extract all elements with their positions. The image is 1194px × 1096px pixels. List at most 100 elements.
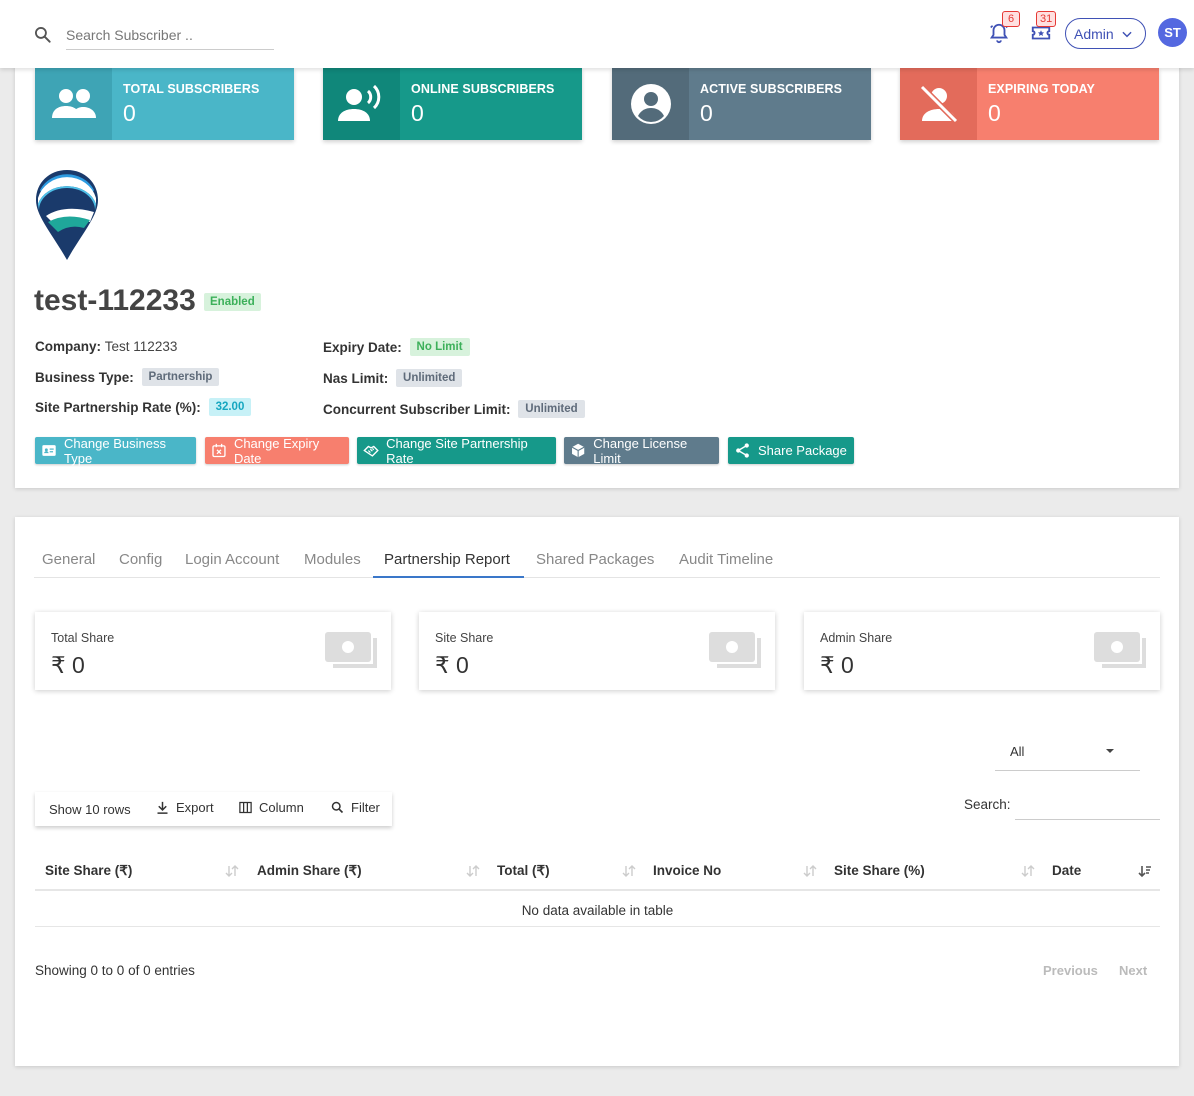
online-subscribers-tile[interactable]: ONLINE SUBSCRIBERS 0	[323, 68, 582, 140]
expiry-badge: No Limit	[409, 338, 470, 356]
id-card-icon	[42, 445, 56, 456]
share-label: Admin Share	[820, 631, 893, 645]
stat-label: EXPIRING TODAY	[988, 82, 1095, 96]
period-select[interactable]: All	[995, 732, 1140, 771]
person-off-icon	[919, 85, 958, 123]
column-label: Column	[259, 800, 304, 815]
change-site-partnership-rate-label: Change Site Partnership Rate	[386, 435, 528, 466]
filter-button[interactable]: Filter	[330, 800, 380, 815]
tab-bar: General Config Login Account Modules Par…	[34, 540, 1160, 578]
previous-page-button[interactable]: Previous	[1043, 963, 1098, 978]
change-expiry-date-label: Change Expiry Date	[233, 435, 320, 466]
share-label: Site Share	[435, 631, 494, 645]
column-header-site-share[interactable]: Site Share (₹)	[45, 863, 132, 879]
business-type-badge: Partnership	[141, 368, 220, 386]
stat-label: ONLINE SUBSCRIBERS	[411, 82, 555, 96]
nas-limit-badge: Unlimited	[396, 369, 463, 387]
stat-value: 0	[700, 100, 713, 126]
change-license-limit-button[interactable]: Change License Limit	[564, 435, 719, 466]
tab-modules[interactable]: Modules	[304, 551, 361, 568]
company-info: Company: Test 112233	[35, 339, 177, 354]
export-button[interactable]: Export	[155, 800, 214, 815]
expiry-label: Expiry Date:	[323, 339, 402, 355]
column-header-site-share-percent[interactable]: Site Share (%)	[834, 863, 925, 878]
period-select-value: All	[1010, 744, 1025, 759]
admin-share-card: Admin Share ₹ 0	[804, 612, 1160, 690]
share-label: Total Share	[51, 631, 115, 645]
status-badge: Enabled	[204, 293, 261, 311]
column-button[interactable]: Column	[238, 800, 304, 815]
download-icon	[157, 801, 168, 814]
top-bar: 6 31 Admin ST	[0, 0, 1194, 68]
tab-general[interactable]: General	[42, 551, 95, 568]
active-tab-indicator	[373, 576, 524, 578]
partner-name: test-112233	[34, 284, 196, 317]
admin-label: Admin	[1074, 25, 1114, 42]
company-label: Company:	[35, 339, 102, 354]
search-icon	[331, 801, 344, 814]
sort-icon	[225, 865, 239, 877]
table-info: Showing 0 to 0 of 0 entries	[35, 963, 195, 978]
table-toolbar: Show 10 rows Export Column Filter	[35, 792, 392, 826]
change-license-limit-label: Change License Limit	[593, 435, 688, 466]
admin-dropdown[interactable]: Admin	[1065, 18, 1146, 49]
concurrent-limit-info: Concurrent Subscriber Limit: Unlimited	[323, 400, 585, 418]
business-type-label: Business Type:	[35, 369, 134, 385]
tickets-button[interactable]: 31	[1030, 11, 1057, 46]
empty-table-row: No data available in table	[35, 892, 1160, 927]
share-package-label: Share Package	[758, 443, 847, 458]
partnership-rate-info: Site Partnership Rate (%): 32.00	[35, 398, 252, 416]
change-expiry-date-button[interactable]: Change Expiry Date	[205, 435, 349, 466]
change-business-type-button[interactable]: Change Business Type	[35, 436, 196, 466]
tab-audit-timeline[interactable]: Audit Timeline	[679, 551, 773, 568]
stat-value: 0	[411, 100, 424, 126]
export-label: Export	[176, 800, 214, 815]
tab-partnership-report[interactable]: Partnership Report	[384, 551, 510, 568]
nas-limit-info: Nas Limit: Unlimited	[323, 369, 463, 387]
tab-config[interactable]: Config	[119, 551, 162, 568]
change-site-partnership-rate-button[interactable]: Change Site Partnership Rate	[357, 435, 556, 466]
money-icon	[1094, 632, 1146, 668]
column-header-total[interactable]: Total (₹)	[497, 863, 550, 879]
stat-value: 0	[988, 100, 1001, 126]
sort-icon	[803, 865, 817, 877]
active-subscribers-tile[interactable]: ACTIVE SUBSCRIBERS 0	[612, 68, 871, 140]
table-search-input[interactable]	[1015, 790, 1160, 820]
sort-icon	[466, 865, 480, 877]
show-rows-label: Show 10 rows	[49, 802, 131, 817]
expiring-today-tile[interactable]: EXPIRING TODAY 0	[900, 68, 1159, 140]
handshake-icon	[363, 445, 379, 457]
cube-icon	[571, 443, 585, 458]
table-search-label: Search:	[964, 797, 1011, 812]
notifications-button[interactable]: 6	[988, 11, 1020, 46]
tickets-count-badge: 31	[1036, 11, 1057, 27]
search-icon[interactable]	[33, 25, 53, 45]
speaking-user-icon	[337, 85, 380, 121]
column-header-admin-share[interactable]: Admin Share (₹)	[257, 863, 362, 879]
show-rows-button[interactable]: Show 10 rows	[49, 802, 131, 817]
stat-label: ACTIVE SUBSCRIBERS	[700, 82, 843, 96]
column-header-date[interactable]: Date	[1052, 863, 1081, 878]
tab-shared-packages[interactable]: Shared Packages	[536, 551, 654, 568]
search-subscriber-input[interactable]	[66, 20, 274, 50]
next-page-button[interactable]: Next	[1119, 963, 1147, 978]
group-icon	[51, 89, 96, 118]
total-subscribers-tile[interactable]: TOTAL SUBSCRIBERS 0	[35, 68, 294, 140]
concurrent-limit-label: Concurrent Subscriber Limit:	[323, 401, 511, 417]
user-avatar[interactable]: ST	[1158, 18, 1187, 47]
concurrent-limit-badge: Unlimited	[518, 400, 585, 418]
partnership-rate-label: Site Partnership Rate (%):	[35, 399, 201, 415]
tab-login-account[interactable]: Login Account	[185, 551, 279, 568]
columns-icon	[239, 801, 252, 814]
stat-value: 0	[123, 100, 136, 126]
filter-label: Filter	[351, 800, 380, 815]
share-value: ₹ 0	[435, 652, 469, 678]
column-header-invoice-no[interactable]: Invoice No	[653, 863, 721, 878]
share-package-button[interactable]: Share Package	[728, 437, 854, 464]
chevron-down-icon	[1122, 31, 1132, 37]
caret-down-icon	[1106, 749, 1114, 753]
share-value: ₹ 0	[51, 652, 85, 678]
sort-descending-icon	[1138, 866, 1151, 878]
account-circle-icon	[630, 84, 671, 124]
share-icon	[736, 443, 749, 458]
